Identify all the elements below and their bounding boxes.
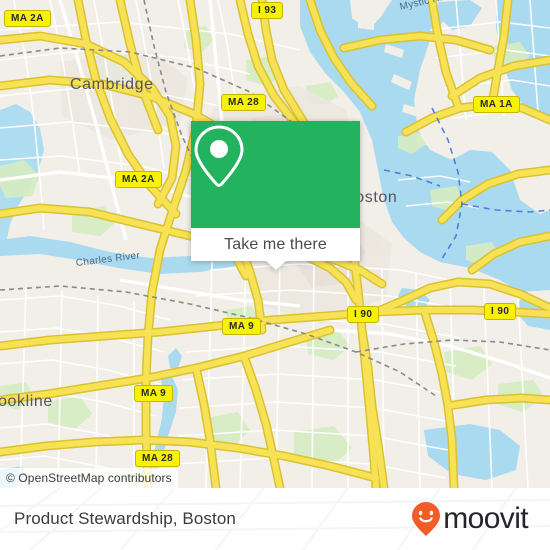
highway-shield-i-93[interactable]: I 93 bbox=[251, 2, 284, 19]
take-me-there-button-label: Take me there bbox=[224, 235, 327, 253]
location-callout-card[interactable]: Take me there bbox=[191, 121, 360, 270]
moovit-logo[interactable]: moovit bbox=[411, 501, 529, 537]
callout-action-area[interactable]: Take me there bbox=[191, 228, 360, 270]
location-title: Product Stewardship, Boston bbox=[14, 509, 236, 528]
osm-attribution[interactable]: © OpenStreetMap contributors bbox=[0, 468, 178, 488]
highway-shield-ma-9-center[interactable]: MA 9 bbox=[222, 318, 262, 335]
highway-shield-i-90-east[interactable]: I 90 bbox=[484, 303, 517, 320]
moovit-wordmark: moovit bbox=[443, 502, 528, 535]
highway-shield-ma-2a-northwest[interactable]: MA 2A bbox=[4, 10, 51, 27]
highway-shield-ma-1a[interactable]: MA 1A bbox=[473, 96, 520, 113]
highway-shield-ma-28-south[interactable]: MA 28 bbox=[135, 450, 181, 467]
map-pin-icon bbox=[194, 125, 244, 187]
moovit-smiley-pin-icon bbox=[412, 502, 441, 536]
callout-pin-area bbox=[191, 121, 360, 228]
osm-attribution-text: © OpenStreetMap contributors bbox=[6, 471, 172, 485]
highway-shield-i-90-center[interactable]: I 90 bbox=[347, 306, 380, 323]
callout-tail bbox=[265, 261, 286, 270]
footer-bar: Product Stewardship, Boston moovit bbox=[0, 488, 550, 550]
highway-shield-ma-9-south[interactable]: MA 9 bbox=[134, 385, 174, 402]
moovit-map-screenshot: Cambridge Boston ookline Mystic River Ch… bbox=[0, 0, 550, 550]
highway-shield-ma-2a-west[interactable]: MA 2A bbox=[115, 171, 162, 188]
map-canvas[interactable]: Cambridge Boston ookline Mystic River Ch… bbox=[0, 0, 550, 488]
highway-shield-ma-28-north[interactable]: MA 28 bbox=[221, 94, 267, 111]
